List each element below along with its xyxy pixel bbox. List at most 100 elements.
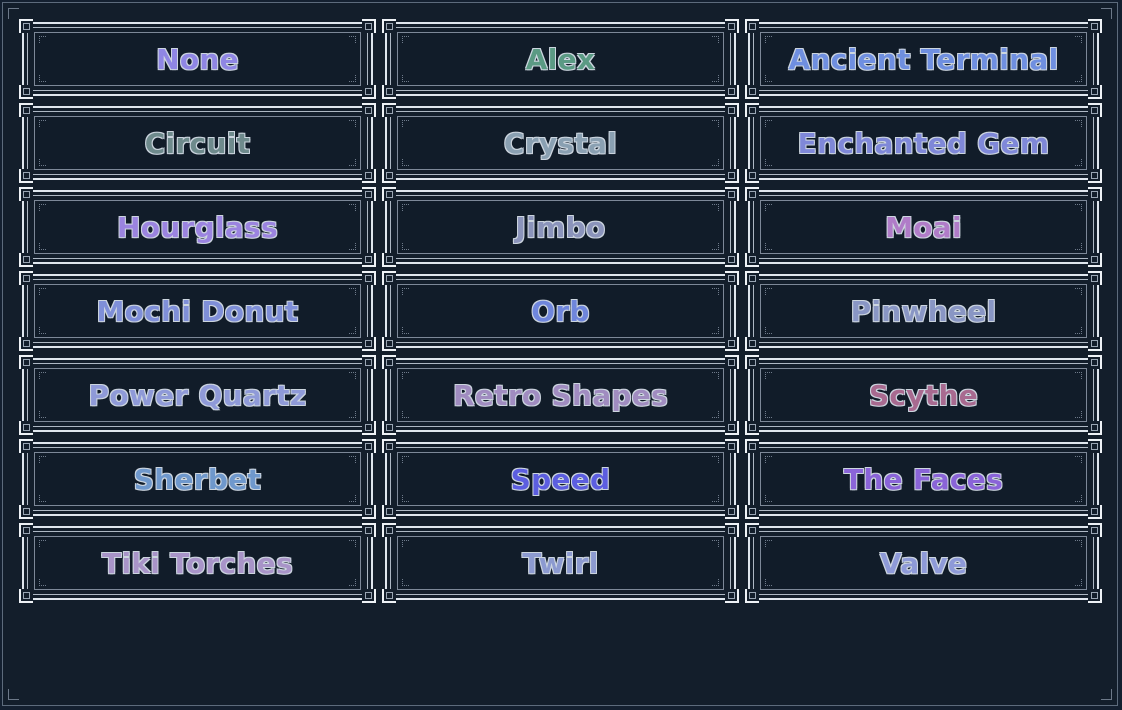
corner-ornament bbox=[725, 589, 739, 603]
option-button-none[interactable]: None bbox=[19, 19, 376, 99]
corner-ornament bbox=[19, 523, 33, 537]
corner-ornament bbox=[362, 523, 376, 537]
option-label: Enchanted Gem bbox=[797, 126, 1050, 160]
corner-ornament bbox=[382, 355, 396, 369]
option-label: Crystal bbox=[503, 126, 618, 160]
corner-ornament bbox=[362, 439, 376, 453]
option-grid: None Alex Ancient Terminal Circuit Crystal En… bbox=[19, 19, 1102, 603]
corner-ornament bbox=[19, 589, 33, 603]
option-label: Orb bbox=[531, 294, 590, 328]
corner-ornament bbox=[745, 169, 759, 183]
option-label: Scythe bbox=[868, 378, 979, 412]
corner-ornament bbox=[19, 271, 33, 285]
corner-ornament bbox=[1088, 103, 1102, 117]
corner-ornament bbox=[1088, 169, 1102, 183]
corner-ornament bbox=[19, 253, 33, 267]
option-button-crystal[interactable]: Crystal bbox=[382, 103, 739, 183]
option-button-sherbet[interactable]: Sherbet bbox=[19, 439, 376, 519]
corner-ornament bbox=[382, 169, 396, 183]
corner-ornament bbox=[19, 19, 33, 33]
option-label: Alex bbox=[525, 42, 596, 76]
corner-ornament bbox=[1088, 421, 1102, 435]
corner-ornament bbox=[725, 187, 739, 201]
option-button-tiki-torches[interactable]: Tiki Torches bbox=[19, 523, 376, 603]
option-label: None bbox=[156, 42, 239, 76]
option-button-alex[interactable]: Alex bbox=[382, 19, 739, 99]
option-button-valve[interactable]: Valve bbox=[745, 523, 1102, 603]
corner-ornament bbox=[362, 169, 376, 183]
option-button-twirl[interactable]: Twirl bbox=[382, 523, 739, 603]
corner-ornament bbox=[362, 271, 376, 285]
option-button-hourglass[interactable]: Hourglass bbox=[19, 187, 376, 267]
option-label: Retro Shapes bbox=[452, 378, 669, 412]
corner-ornament bbox=[745, 271, 759, 285]
option-label: Twirl bbox=[522, 546, 599, 580]
corner-ornament bbox=[725, 523, 739, 537]
option-button-pinwheel[interactable]: Pinwheel bbox=[745, 271, 1102, 351]
corner-ornament bbox=[382, 271, 396, 285]
corner-ornament bbox=[725, 169, 739, 183]
corner-ornament bbox=[745, 19, 759, 33]
option-label: Valve bbox=[879, 546, 968, 580]
option-label: Speed bbox=[510, 462, 611, 496]
option-button-moai[interactable]: Moai bbox=[745, 187, 1102, 267]
option-label: Jimbo bbox=[515, 210, 606, 244]
corner-ornament bbox=[362, 253, 376, 267]
corner-ornament bbox=[382, 421, 396, 435]
corner-ornament bbox=[745, 505, 759, 519]
corner-ornament bbox=[745, 355, 759, 369]
corner-ornament bbox=[745, 439, 759, 453]
corner-ornament bbox=[19, 421, 33, 435]
corner-ornament bbox=[1088, 271, 1102, 285]
option-button-jimbo[interactable]: Jimbo bbox=[382, 187, 739, 267]
option-label: Sherbet bbox=[133, 462, 262, 496]
corner-ornament bbox=[725, 103, 739, 117]
corner-ornament bbox=[362, 187, 376, 201]
corner-ornament bbox=[1088, 187, 1102, 201]
option-button-retro-shapes[interactable]: Retro Shapes bbox=[382, 355, 739, 435]
option-button-the-faces[interactable]: The Faces bbox=[745, 439, 1102, 519]
corner-ornament bbox=[1088, 253, 1102, 267]
corner-ornament bbox=[382, 505, 396, 519]
corner-ornament bbox=[1088, 523, 1102, 537]
option-button-ancient-terminal[interactable]: Ancient Terminal bbox=[745, 19, 1102, 99]
corner-ornament bbox=[745, 523, 759, 537]
option-button-power-quartz[interactable]: Power Quartz bbox=[19, 355, 376, 435]
corner-ornament bbox=[362, 355, 376, 369]
corner-ornament bbox=[745, 187, 759, 201]
corner-ornament bbox=[1088, 19, 1102, 33]
corner-ornament bbox=[382, 253, 396, 267]
corner-ornament bbox=[725, 271, 739, 285]
option-button-mochi-donut[interactable]: Mochi Donut bbox=[19, 271, 376, 351]
option-button-scythe[interactable]: Scythe bbox=[745, 355, 1102, 435]
corner-ornament bbox=[725, 439, 739, 453]
option-button-enchanted-gem[interactable]: Enchanted Gem bbox=[745, 103, 1102, 183]
corner-ornament bbox=[362, 589, 376, 603]
option-label: Power Quartz bbox=[88, 378, 307, 412]
corner-ornament bbox=[19, 187, 33, 201]
corner-ornament bbox=[382, 337, 396, 351]
corner-ornament bbox=[725, 253, 739, 267]
option-label: Ancient Terminal bbox=[788, 42, 1059, 76]
corner-ornament bbox=[382, 103, 396, 117]
corner-ornament bbox=[382, 85, 396, 99]
corner-ornament bbox=[1088, 85, 1102, 99]
option-button-speed[interactable]: Speed bbox=[382, 439, 739, 519]
option-label: Moai bbox=[885, 210, 962, 244]
corner-ornament bbox=[19, 337, 33, 351]
corner-ornament bbox=[382, 187, 396, 201]
corner-ornament bbox=[362, 505, 376, 519]
option-button-circuit[interactable]: Circuit bbox=[19, 103, 376, 183]
corner-ornament bbox=[745, 103, 759, 117]
corner-ornament bbox=[19, 355, 33, 369]
corner-ornament bbox=[19, 169, 33, 183]
panel-corner-ornament bbox=[1101, 689, 1112, 700]
option-button-orb[interactable]: Orb bbox=[382, 271, 739, 351]
corner-ornament bbox=[745, 253, 759, 267]
panel-corner-ornament bbox=[1101, 8, 1112, 19]
corner-ornament bbox=[725, 505, 739, 519]
corner-ornament bbox=[382, 589, 396, 603]
corner-ornament bbox=[1088, 589, 1102, 603]
corner-ornament bbox=[1088, 439, 1102, 453]
corner-ornament bbox=[1088, 355, 1102, 369]
